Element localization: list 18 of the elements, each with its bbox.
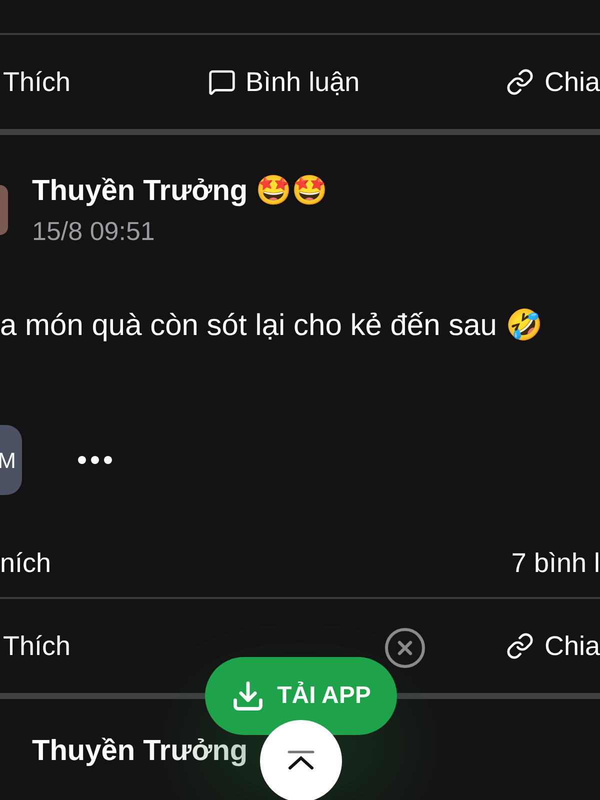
comment-count: 7 bình l [511, 546, 600, 580]
author-name: Thuyền Trưởng 🤩🤩 [32, 175, 328, 207]
like-count: ních [0, 546, 52, 580]
comment-button[interactable]: Bình luận [208, 62, 360, 102]
link-icon [506, 68, 534, 96]
link-icon [506, 632, 534, 660]
close-button[interactable] [385, 628, 425, 668]
avatar [0, 185, 8, 235]
author-name: Thuyền Trưởng [32, 735, 248, 767]
share-button[interactable]: Chia [506, 62, 600, 102]
post-time: 15/8 09:51 [32, 217, 156, 245]
more-icon[interactable] [77, 455, 113, 465]
like-button[interactable]: Thích [3, 626, 71, 666]
post-text: a món quà còn sót lại cho kẻ đến sau 🤣 [0, 308, 542, 344]
download-icon [231, 679, 266, 713]
chat-bubble-icon [208, 68, 236, 96]
share-button[interactable]: Chia [506, 626, 600, 666]
like-button[interactable]: Thích [3, 62, 71, 102]
